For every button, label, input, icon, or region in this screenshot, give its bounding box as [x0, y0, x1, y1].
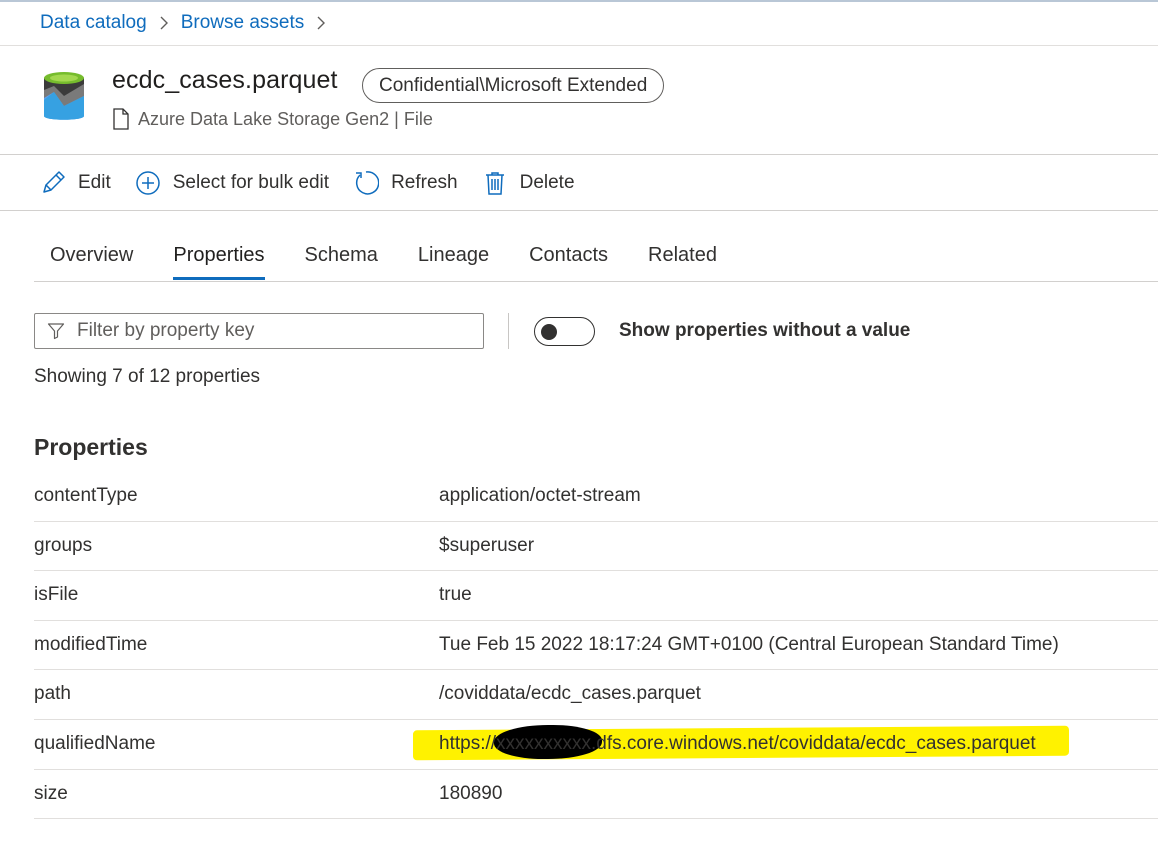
tab-properties[interactable]: Properties: [173, 240, 265, 280]
property-value: true: [439, 584, 472, 606]
tab-schema[interactable]: Schema: [305, 240, 378, 280]
property-value: /coviddata/ecdc_cases.parquet: [439, 683, 701, 705]
property-key: contentType: [34, 485, 138, 506]
file-icon: [113, 108, 129, 130]
sensitivity-label: Confidential\Microsoft Extended: [379, 74, 648, 96]
table-row: modifiedTime Tue Feb 15 2022 18:17:24 GM…: [34, 621, 1158, 671]
property-value: $superuser: [439, 534, 535, 556]
table-row: qualifiedName https://xxxxxxxxxx.dfs.cor…: [34, 720, 1158, 770]
tab-contacts[interactable]: Contacts: [529, 240, 608, 280]
tab-related[interactable]: Related: [648, 240, 717, 280]
table-row: isFile true: [34, 571, 1158, 621]
filter-input[interactable]: [77, 320, 457, 342]
vertical-separator: [508, 313, 509, 349]
tab-overview[interactable]: Overview: [50, 240, 133, 280]
delete-label: Delete: [519, 172, 575, 193]
property-key: qualifiedName: [34, 732, 156, 754]
property-value: application/octet-stream: [439, 485, 641, 506]
edit-button[interactable]: Edit: [40, 170, 111, 196]
refresh-icon: [356, 171, 380, 195]
breadcrumb-browse-assets[interactable]: Browse assets: [181, 12, 305, 34]
table-row: groups $superuser: [34, 522, 1158, 572]
asset-subtitle: Azure Data Lake Storage Gen2 | File: [112, 108, 433, 130]
asset-title: ecdc_cases.parquet: [112, 66, 338, 94]
refresh-button[interactable]: Refresh: [353, 170, 458, 196]
header-divider: [0, 154, 1158, 155]
data-lake-storage-icon: [40, 70, 88, 126]
tab-lineage[interactable]: Lineage: [418, 240, 489, 280]
filter-icon: [47, 323, 65, 340]
property-key: groups: [34, 534, 93, 556]
property-key: path: [34, 683, 71, 705]
showing-count: Showing 7 of 12 properties: [34, 366, 261, 387]
top-border: [0, 0, 1158, 2]
add-circle-icon: [136, 171, 160, 195]
filter-box[interactable]: [34, 313, 484, 349]
chevron-right-icon: [159, 16, 169, 30]
table-row: path /coviddata/ecdc_cases.parquet: [34, 670, 1158, 720]
property-value: Tue Feb 15 2022 18:17:24 GMT+0100 (Centr…: [439, 633, 1059, 655]
breadcrumb-divider: [0, 45, 1158, 46]
edit-label: Edit: [78, 172, 111, 193]
breadcrumb-data-catalog[interactable]: Data catalog: [40, 12, 147, 34]
pencil-icon: [43, 171, 65, 193]
asset-type-text: Azure Data Lake Storage Gen2 | File: [138, 108, 433, 129]
delete-button[interactable]: Delete: [482, 170, 575, 196]
property-key: modifiedTime: [34, 633, 148, 655]
property-value: 180890: [439, 782, 503, 804]
toggle-label: Show properties without a value: [619, 320, 911, 341]
property-value: https://xxxxxxxxxx.dfs.core.windows.net/…: [439, 732, 1036, 754]
refresh-label: Refresh: [391, 172, 458, 193]
bulk-edit-label: Select for bulk edit: [172, 172, 330, 193]
select-bulk-edit-button[interactable]: Select for bulk edit: [135, 170, 329, 196]
chevron-right-icon: [316, 16, 326, 30]
table-row: size 180890: [34, 770, 1158, 820]
tab-list: Overview Properties Schema Lineage Conta…: [50, 240, 757, 280]
show-empty-properties-toggle[interactable]: [534, 317, 595, 346]
toolbar-divider: [0, 210, 1158, 211]
breadcrumb: Data catalog Browse assets: [40, 10, 338, 36]
properties-heading: Properties: [34, 434, 148, 460]
tabs-divider: [34, 281, 1158, 282]
sensitivity-badge: Confidential\Microsoft Extended: [362, 68, 665, 103]
trash-icon: [485, 172, 504, 195]
command-bar: Edit Select for bulk edit Refresh Delete: [40, 165, 599, 201]
table-row: contentType application/octet-stream: [34, 472, 1158, 522]
property-key: isFile: [34, 584, 79, 606]
property-key: size: [34, 782, 68, 804]
properties-table: contentType application/octet-stream gro…: [34, 472, 1158, 820]
toggle-knob: [541, 323, 557, 340]
